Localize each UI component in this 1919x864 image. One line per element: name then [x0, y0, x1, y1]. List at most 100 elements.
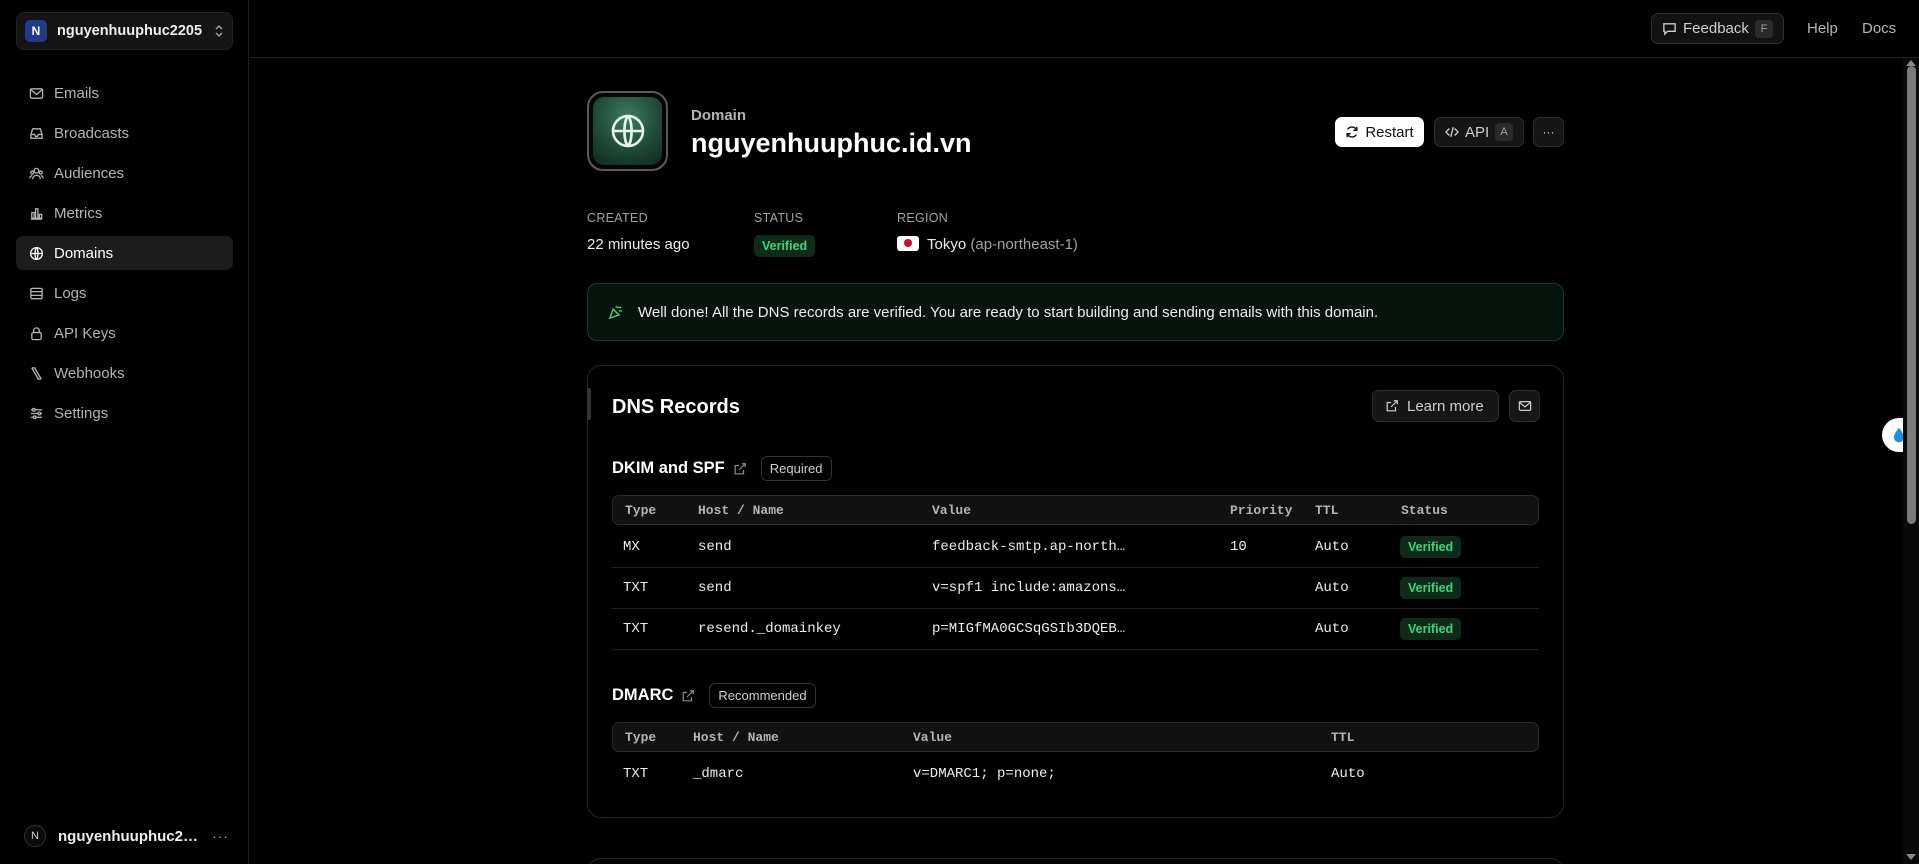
column-header: TTL	[1315, 503, 1339, 518]
record-type: MX	[623, 539, 640, 555]
refresh-icon	[1346, 126, 1358, 138]
email-records-button[interactable]	[1509, 390, 1540, 422]
record-value[interactable]: feedback-smtp.ap-north…	[932, 539, 1125, 555]
user-menu[interactable]: N nguyenhuuphuc2205 ···	[24, 824, 229, 848]
globe-icon	[611, 114, 644, 148]
external-link-icon[interactable]	[681, 689, 695, 703]
region-value: Tokyo (ap-northeast-1)	[897, 236, 1078, 253]
record-host[interactable]: resend._domainkey	[698, 621, 841, 637]
sidebar-item-emails[interactable]: Emails	[16, 76, 233, 110]
more-actions-button[interactable]: ···	[1533, 117, 1564, 147]
status-badge-text: Verified	[754, 235, 816, 257]
created-label: CREATED	[587, 211, 648, 225]
api-label: API	[1465, 123, 1490, 141]
dmarc-table-header: Type Host / Name Value TTL	[612, 722, 1539, 752]
banner-text: Well done! All the DNS records are verif…	[638, 303, 1379, 321]
restart-label: Restart	[1365, 123, 1414, 141]
status-label: STATUS	[754, 211, 804, 225]
workspace-name: nguyenhuuphuc2205	[57, 23, 203, 39]
domain-avatar	[587, 91, 668, 171]
sidebar-item-label: Metrics	[54, 204, 103, 222]
record-host[interactable]: _dmarc	[693, 766, 743, 782]
broadcast-icon	[30, 127, 43, 139]
dkim-spf-title: DKIM and SPF Required	[612, 456, 832, 481]
scrollbar-thumb[interactable]	[1907, 66, 1916, 524]
dkim-spf-heading: DKIM and SPF	[612, 459, 725, 477]
workspace-switcher[interactable]: N nguyenhuuphuc2205	[16, 12, 233, 50]
record-ttl: Auto	[1315, 621, 1349, 637]
column-header: Value	[913, 730, 953, 745]
column-header: Host / Name	[693, 730, 779, 745]
scrollbar[interactable]	[1903, 58, 1919, 864]
sidebar-item-settings[interactable]: Settings	[16, 396, 233, 430]
sidebar-item-label: Broadcasts	[54, 124, 130, 142]
record-host[interactable]: send	[698, 580, 732, 596]
learn-more-label: Learn more	[1407, 397, 1484, 415]
column-header: Value	[932, 503, 972, 518]
table-row: MX send feedback-smtp.ap-north… 10 Auto …	[612, 527, 1539, 568]
docs-link[interactable]: Docs	[1862, 20, 1896, 37]
table-row: TXT resend._domainkey p=MIGfMA0GCSqGSIb3…	[612, 609, 1539, 650]
sidebar-item-domains[interactable]: Domains	[16, 236, 233, 270]
sidebar-item-logs[interactable]: Logs	[16, 276, 233, 310]
help-link[interactable]: Help	[1807, 20, 1838, 37]
page-title: nguyenhuuphuc.id.vn	[691, 128, 972, 158]
message-icon	[1663, 23, 1676, 36]
recommended-tag: Recommended	[709, 683, 816, 708]
record-ttl: Auto	[1315, 580, 1349, 596]
avatar: N	[24, 825, 46, 847]
party-icon	[608, 305, 623, 320]
scroll-down-arrow-icon[interactable]	[1906, 854, 1916, 860]
record-ttl: Auto	[1331, 766, 1365, 782]
status-badge: Verified	[1400, 618, 1462, 640]
chevron-up-down-icon	[214, 24, 224, 38]
sidebar-item-audiences[interactable]: Audiences	[16, 156, 233, 190]
sidebar-item-webhooks[interactable]: Webhooks	[16, 356, 233, 390]
shortcut-key: A	[1495, 123, 1513, 141]
sidebar-item-label: Domains	[54, 244, 114, 262]
external-link-icon	[1386, 400, 1398, 412]
created-value: 22 minutes ago	[587, 236, 690, 253]
workspace-avatar: N	[25, 20, 47, 42]
sidebar-item-metrics[interactable]: Metrics	[16, 196, 233, 230]
globe-icon	[29, 246, 44, 260]
dkim-table-header: Type Host / Name Value Priority TTL Stat…	[612, 495, 1539, 525]
card-accent	[587, 388, 591, 420]
column-header: Type	[625, 730, 657, 745]
table-row: TXT send v=spf1 include:amazons… Auto Ve…	[612, 568, 1539, 609]
japan-flag-icon	[897, 236, 919, 251]
feedback-label: Feedback	[1683, 20, 1749, 37]
sidebar-item-api-keys[interactable]: API Keys	[16, 316, 233, 350]
sidebar: N nguyenhuuphuc2205 Emails Broadcasts Au…	[0, 0, 249, 864]
more-horizontal-icon[interactable]: ···	[212, 828, 229, 844]
sidebar-nav: Emails Broadcasts Audiences Metrics Doma…	[16, 76, 233, 436]
user-name: nguyenhuuphuc2205	[58, 827, 200, 845]
external-link-icon[interactable]	[733, 462, 747, 476]
status-badge: Verified	[1400, 536, 1462, 558]
column-header: Host / Name	[698, 503, 784, 518]
users-icon	[29, 167, 44, 179]
learn-more-button[interactable]: Learn more	[1372, 390, 1499, 422]
required-tag: Required	[760, 456, 832, 481]
column-header: Status	[1401, 503, 1448, 518]
record-value[interactable]: p=MIGfMA0GCSqGSIb3DQEB…	[932, 621, 1125, 637]
record-value[interactable]: v=DMARC1; p=none;	[913, 766, 1056, 782]
region-code: (ap-northeast-1)	[970, 236, 1078, 253]
restart-button[interactable]: Restart	[1335, 117, 1424, 147]
record-type: TXT	[623, 580, 649, 596]
sidebar-item-broadcasts[interactable]: Broadcasts	[16, 116, 233, 150]
sidebar-item-label: Audiences	[54, 164, 125, 182]
record-ttl: Auto	[1315, 539, 1349, 555]
record-host[interactable]: send	[698, 539, 732, 555]
dmarc-heading: DMARC	[612, 686, 674, 704]
table-row: TXT _dmarc v=DMARC1; p=none; Auto	[612, 754, 1539, 795]
webhook-icon	[31, 366, 42, 380]
next-card-edge	[587, 858, 1564, 864]
sidebar-item-label: Webhooks	[54, 364, 125, 382]
api-button[interactable]: API A	[1434, 117, 1524, 147]
feedback-button[interactable]: Feedback F	[1651, 13, 1784, 44]
settings-icon	[30, 407, 43, 419]
record-value[interactable]: v=spf1 include:amazons…	[932, 580, 1125, 596]
region-label: REGION	[897, 211, 949, 225]
dns-records-title: DNS Records	[612, 396, 740, 418]
